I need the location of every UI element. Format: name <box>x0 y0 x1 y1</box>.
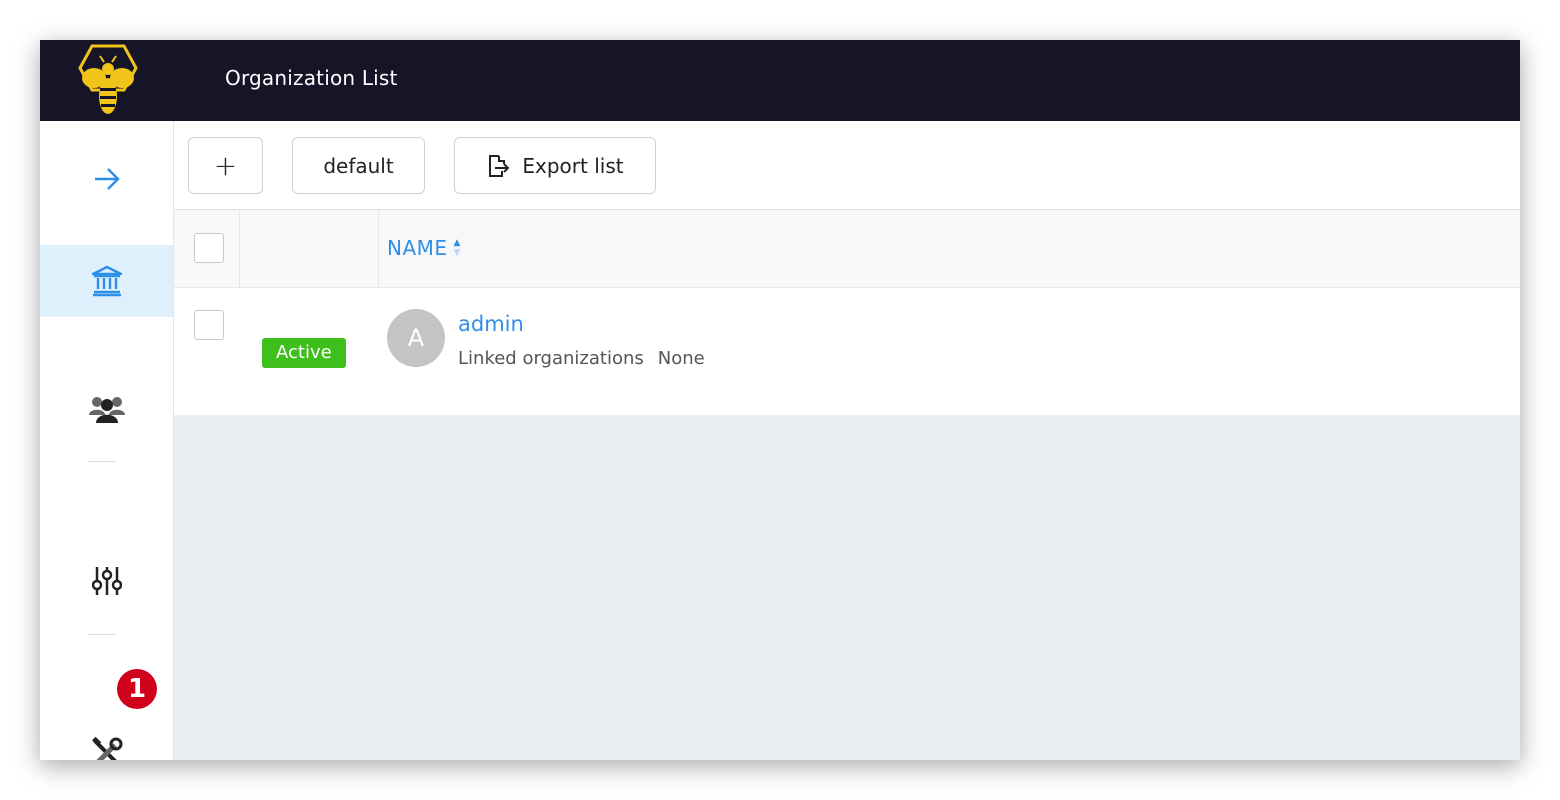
table-row[interactable]: Active A admin Linked organizations None <box>174 288 1520 415</box>
linked-organizations-value: None <box>657 348 705 369</box>
top-bar: Organization List <box>40 40 1520 121</box>
sliders-icon <box>91 567 122 595</box>
sidebar-item-settings[interactable] <box>40 553 173 609</box>
sidebar-item-users[interactable] <box>40 381 173 437</box>
row-checkbox[interactable] <box>194 310 224 340</box>
sidebar-item-expand[interactable] <box>40 151 173 207</box>
app-window: Organization List 1 + default Export lis… <box>40 40 1520 760</box>
export-list-button[interactable]: Export list <box>454 137 656 194</box>
profile-button[interactable]: default <box>292 137 425 194</box>
plus-icon: + <box>213 149 238 182</box>
users-icon <box>88 397 125 423</box>
organization-name-link[interactable]: admin <box>458 312 524 336</box>
profile-button-label: default <box>323 153 394 178</box>
add-organization-button[interactable]: + <box>188 137 263 194</box>
tools-notification-badge: 1 <box>117 669 157 709</box>
column-separator <box>378 210 379 288</box>
name-column-label: NAME <box>387 236 448 260</box>
sidebar: 1 <box>40 121 174 760</box>
status-badge: Active <box>262 338 346 368</box>
sort-ascending-icon: ▲ ▼ <box>453 238 461 258</box>
column-separator <box>239 210 240 288</box>
arrow-right-icon <box>94 168 120 190</box>
linked-organizations: Linked organizations None <box>458 348 705 369</box>
sidebar-divider <box>88 461 116 462</box>
avatar: A <box>387 309 445 367</box>
table-header: NAME ▲ ▼ <box>174 210 1520 288</box>
tools-icon <box>91 737 122 760</box>
sidebar-item-organizations[interactable] <box>40 245 173 317</box>
bank-icon <box>91 265 122 297</box>
select-all-checkbox[interactable] <box>194 233 224 263</box>
main-content: + default Export list NAME ▲ ▼ Active A … <box>174 121 1520 760</box>
bee-logo-icon[interactable] <box>78 42 138 116</box>
sidebar-item-tools[interactable] <box>40 725 173 760</box>
page-title: Organization List <box>225 66 398 90</box>
sidebar-divider <box>88 634 116 635</box>
toolbar: + default Export list <box>174 121 1520 210</box>
linked-organizations-label: Linked organizations <box>458 348 644 369</box>
export-list-label: Export list <box>522 153 624 178</box>
export-icon <box>489 154 510 177</box>
name-column-header[interactable]: NAME ▲ ▼ <box>387 236 461 260</box>
